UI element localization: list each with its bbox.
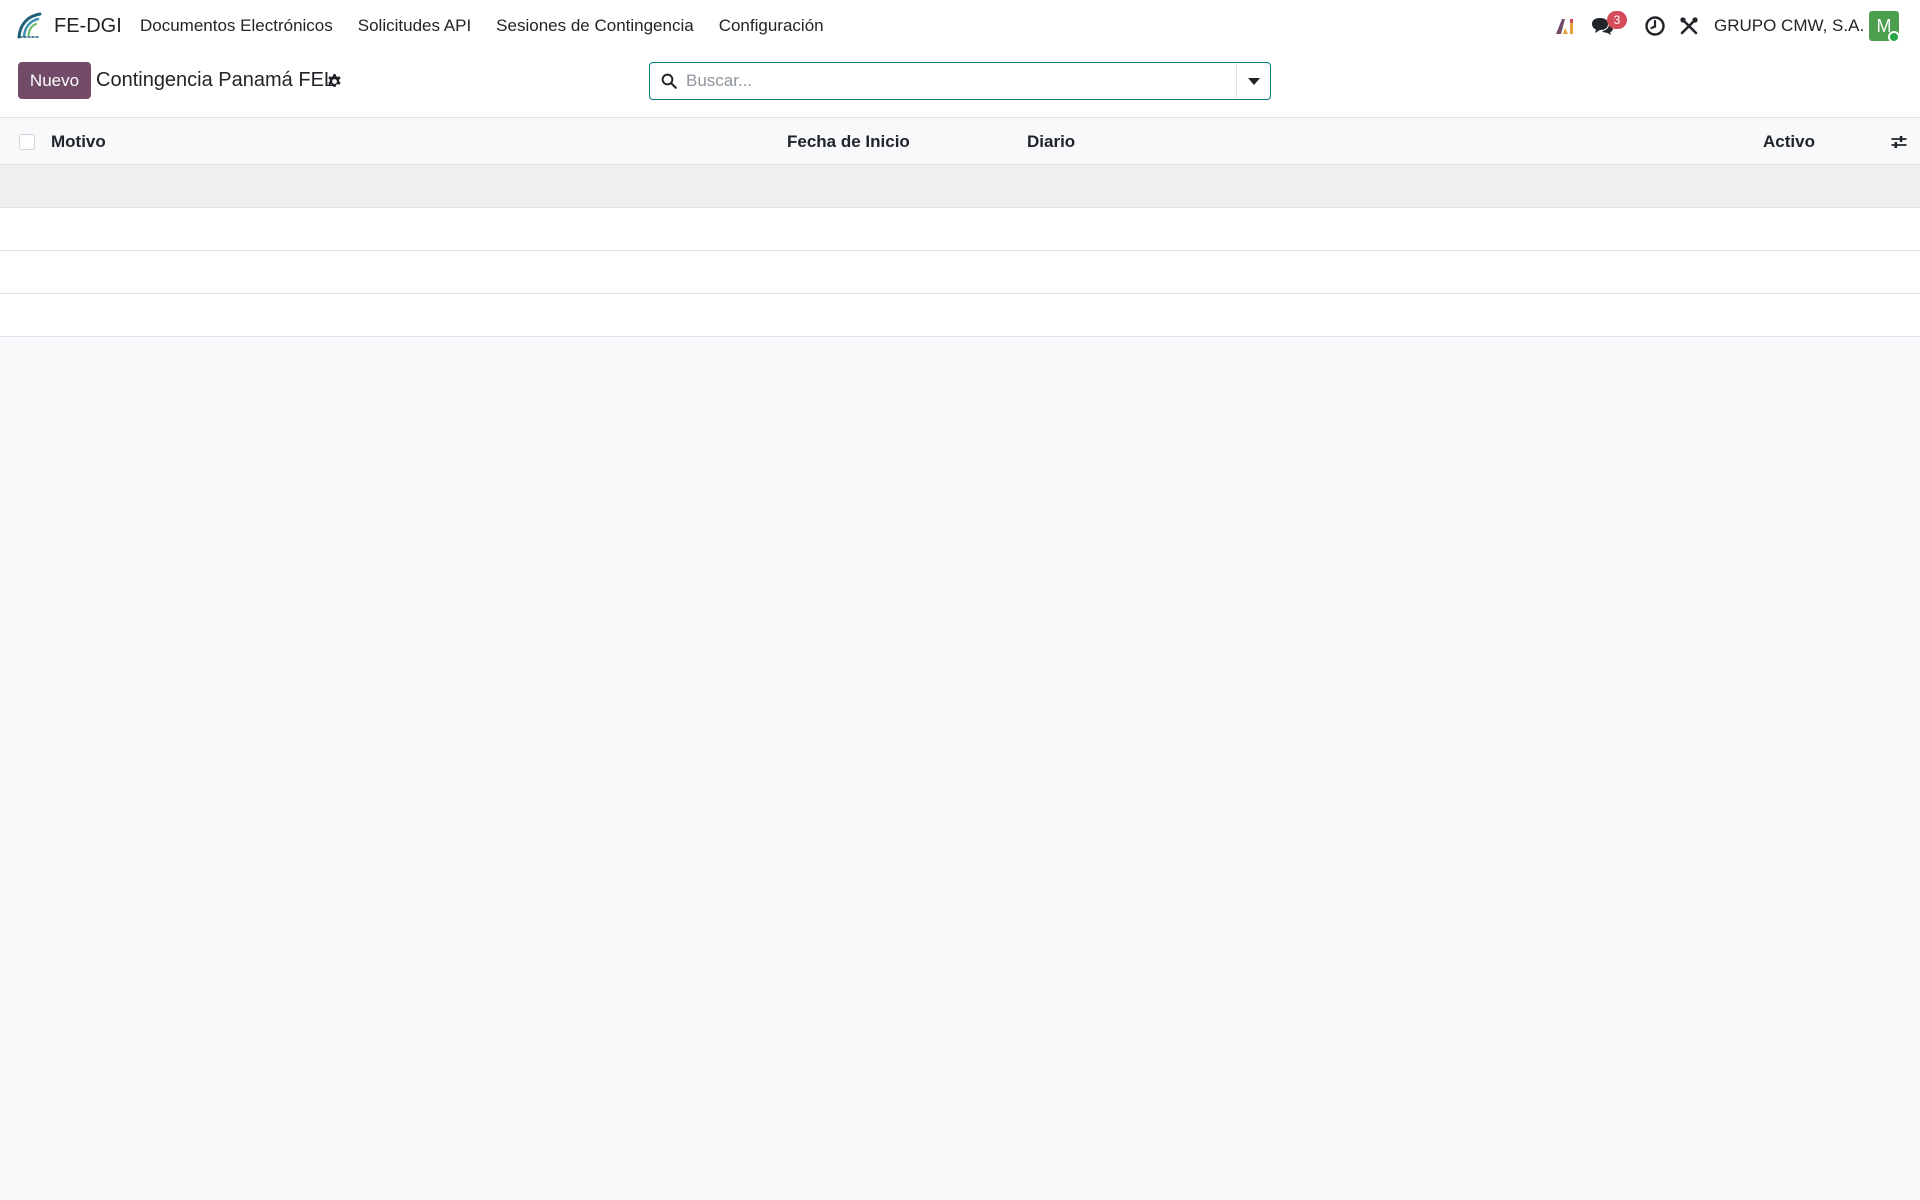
app-logo-icon[interactable]: [14, 10, 46, 42]
messages-count-badge: 3: [1607, 11, 1627, 29]
table-row: [0, 165, 1920, 208]
clock-icon[interactable]: [1643, 14, 1667, 38]
select-all-checkbox[interactable]: [19, 134, 35, 150]
column-fecha-inicio[interactable]: Fecha de Inicio: [787, 118, 910, 165]
search-box: [649, 62, 1271, 100]
search-options-toggle[interactable]: [1236, 63, 1270, 99]
column-activo[interactable]: Activo: [1763, 118, 1815, 165]
table-row: [0, 208, 1920, 251]
list-view: Motivo Fecha de Inicio Diario Activo: [0, 118, 1920, 337]
top-navbar: FE-DGI Documentos Electrónicos Solicitud…: [0, 0, 1920, 52]
gear-icon[interactable]: [326, 72, 343, 89]
app-name[interactable]: FE-DGI: [54, 14, 122, 38]
search-icon: [661, 73, 677, 89]
list-header: Motivo Fecha de Inicio Diario Activo: [0, 118, 1920, 165]
company-switcher[interactable]: GRUPO CMW, S.A.: [1714, 14, 1864, 38]
page-title: Contingencia Panamá FEL: [96, 69, 336, 91]
control-panel: Nuevo Contingencia Panamá FEL: [0, 52, 1920, 118]
menu-item-configuracion[interactable]: Configuración: [706, 0, 836, 52]
menu-item-sesiones[interactable]: Sesiones de Contingencia: [484, 0, 707, 52]
optional-columns-icon[interactable]: [1890, 133, 1908, 151]
new-button[interactable]: Nuevo: [18, 62, 91, 99]
menu-item-documentos[interactable]: Documentos Electrónicos: [140, 0, 345, 52]
search-input[interactable]: [686, 64, 1226, 98]
table-row: [0, 251, 1920, 294]
column-diario[interactable]: Diario: [1027, 118, 1075, 165]
menu-item-solicitudes[interactable]: Solicitudes API: [345, 0, 483, 52]
ai-assistant-icon[interactable]: [1553, 14, 1577, 38]
column-motivo[interactable]: Motivo: [51, 118, 106, 165]
online-status-indicator: [1888, 31, 1900, 43]
tools-icon[interactable]: [1677, 14, 1701, 38]
main-menu: Documentos Electrónicos Solicitudes API …: [140, 0, 836, 52]
table-row: [0, 294, 1920, 337]
